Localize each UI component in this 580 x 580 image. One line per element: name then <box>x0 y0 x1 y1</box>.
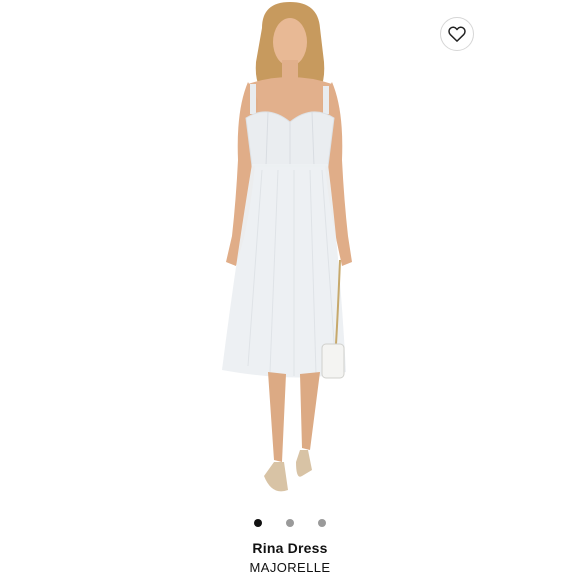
model-face <box>273 18 307 66</box>
dress-strap-right <box>323 86 329 114</box>
product-brand[interactable]: MAJORELLE <box>0 560 580 575</box>
carousel-dot-1[interactable] <box>254 519 262 527</box>
model-shoes <box>264 450 312 492</box>
carousel-dots <box>0 519 580 529</box>
carousel-dot-3[interactable] <box>318 519 326 527</box>
heart-icon <box>448 26 466 42</box>
product-name[interactable]: Rina Dress <box>0 540 580 556</box>
model-legs <box>268 372 320 462</box>
wishlist-button[interactable] <box>440 17 474 51</box>
product-image[interactable] <box>150 0 430 510</box>
dress-strap-left <box>250 84 256 114</box>
handbag <box>321 343 345 379</box>
carousel-dot-2[interactable] <box>286 519 294 527</box>
